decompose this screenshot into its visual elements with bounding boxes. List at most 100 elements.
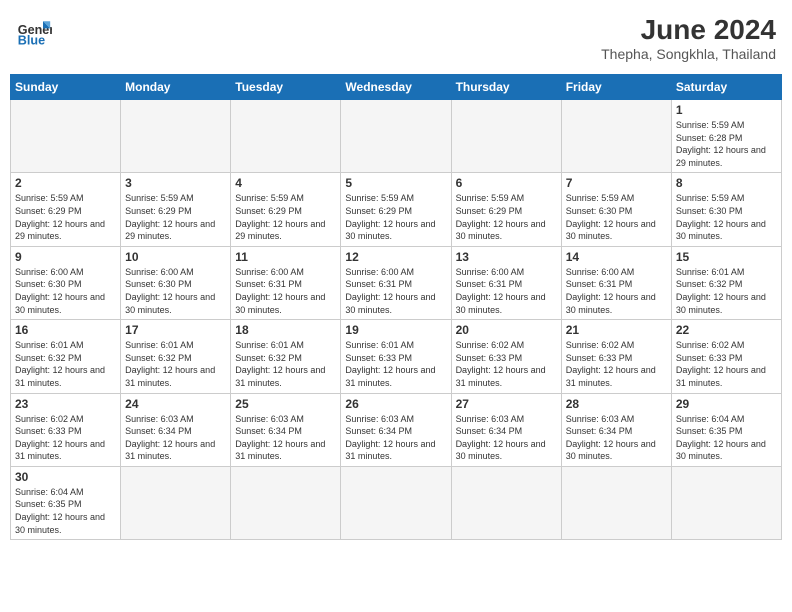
day-info: Sunrise: 6:00 AM Sunset: 6:30 PM Dayligh… xyxy=(15,266,116,316)
calendar-day: 4 Sunrise: 5:59 AM Sunset: 6:29 PM Daylig… xyxy=(231,173,341,246)
calendar-table: SundayMondayTuesdayWednesdayThursdayFrid… xyxy=(10,74,782,540)
day-number: 24 xyxy=(125,397,226,411)
day-number: 6 xyxy=(456,176,557,190)
day-number: 28 xyxy=(566,397,667,411)
calendar-day xyxy=(231,100,341,173)
calendar-week-row: 9 Sunrise: 6:00 AM Sunset: 6:30 PM Daylig… xyxy=(11,246,782,319)
day-info: Sunrise: 6:03 AM Sunset: 6:34 PM Dayligh… xyxy=(456,413,557,463)
day-info: Sunrise: 5:59 AM Sunset: 6:29 PM Dayligh… xyxy=(345,192,446,242)
day-info: Sunrise: 6:03 AM Sunset: 6:34 PM Dayligh… xyxy=(125,413,226,463)
svg-text:Blue: Blue xyxy=(18,34,45,48)
day-info: Sunrise: 6:04 AM Sunset: 6:35 PM Dayligh… xyxy=(676,413,777,463)
day-info: Sunrise: 6:00 AM Sunset: 6:30 PM Dayligh… xyxy=(125,266,226,316)
weekday-header-tuesday: Tuesday xyxy=(231,75,341,100)
day-info: Sunrise: 6:01 AM Sunset: 6:32 PM Dayligh… xyxy=(676,266,777,316)
day-number: 17 xyxy=(125,323,226,337)
logo: General Blue xyxy=(16,14,52,50)
day-info: Sunrise: 6:03 AM Sunset: 6:34 PM Dayligh… xyxy=(566,413,667,463)
calendar-day xyxy=(671,466,781,539)
day-info: Sunrise: 6:02 AM Sunset: 6:33 PM Dayligh… xyxy=(15,413,116,463)
calendar-day xyxy=(121,100,231,173)
calendar-day: 2 Sunrise: 5:59 AM Sunset: 6:29 PM Daylig… xyxy=(11,173,121,246)
day-info: Sunrise: 6:01 AM Sunset: 6:32 PM Dayligh… xyxy=(125,339,226,389)
day-number: 20 xyxy=(456,323,557,337)
weekday-header-wednesday: Wednesday xyxy=(341,75,451,100)
day-number: 15 xyxy=(676,250,777,264)
location: Thepha, Songkhla, Thailand xyxy=(601,46,776,62)
day-number: 11 xyxy=(235,250,336,264)
day-info: Sunrise: 6:01 AM Sunset: 6:32 PM Dayligh… xyxy=(235,339,336,389)
day-info: Sunrise: 6:02 AM Sunset: 6:33 PM Dayligh… xyxy=(566,339,667,389)
calendar-day: 28 Sunrise: 6:03 AM Sunset: 6:34 PM Dayli… xyxy=(561,393,671,466)
calendar-day xyxy=(561,466,671,539)
calendar-day: 7 Sunrise: 5:59 AM Sunset: 6:30 PM Daylig… xyxy=(561,173,671,246)
calendar-day: 6 Sunrise: 5:59 AM Sunset: 6:29 PM Daylig… xyxy=(451,173,561,246)
day-info: Sunrise: 5:59 AM Sunset: 6:30 PM Dayligh… xyxy=(676,192,777,242)
day-number: 19 xyxy=(345,323,446,337)
day-info: Sunrise: 6:03 AM Sunset: 6:34 PM Dayligh… xyxy=(345,413,446,463)
weekday-header-monday: Monday xyxy=(121,75,231,100)
calendar-day: 30Sunrise: 6:04 AM Sunset: 6:35 PM Dayli… xyxy=(11,466,121,539)
day-number: 4 xyxy=(235,176,336,190)
day-info: Sunrise: 5:59 AM Sunset: 6:30 PM Dayligh… xyxy=(566,192,667,242)
day-number: 1 xyxy=(676,103,777,117)
day-info: Sunrise: 6:04 AM Sunset: 6:35 PM Dayligh… xyxy=(15,486,116,536)
day-info: Sunrise: 6:00 AM Sunset: 6:31 PM Dayligh… xyxy=(566,266,667,316)
day-number: 3 xyxy=(125,176,226,190)
day-number: 8 xyxy=(676,176,777,190)
weekday-header-sunday: Sunday xyxy=(11,75,121,100)
calendar-day: 25Sunrise: 6:03 AM Sunset: 6:34 PM Dayli… xyxy=(231,393,341,466)
day-number: 13 xyxy=(456,250,557,264)
day-info: Sunrise: 6:00 AM Sunset: 6:31 PM Dayligh… xyxy=(235,266,336,316)
calendar-day: 19Sunrise: 6:01 AM Sunset: 6:33 PM Dayli… xyxy=(341,320,451,393)
day-number: 22 xyxy=(676,323,777,337)
weekday-header-row: SundayMondayTuesdayWednesdayThursdayFrid… xyxy=(11,75,782,100)
calendar-day: 18Sunrise: 6:01 AM Sunset: 6:32 PM Dayli… xyxy=(231,320,341,393)
day-info: Sunrise: 5:59 AM Sunset: 6:29 PM Dayligh… xyxy=(456,192,557,242)
day-number: 9 xyxy=(15,250,116,264)
day-number: 23 xyxy=(15,397,116,411)
calendar-week-row: 1 Sunrise: 5:59 AM Sunset: 6:28 PM Daylig… xyxy=(11,100,782,173)
calendar-day: 24 Sunrise: 6:03 AM Sunset: 6:34 PM Dayli… xyxy=(121,393,231,466)
calendar-day: 16 Sunrise: 6:01 AM Sunset: 6:32 PM Dayli… xyxy=(11,320,121,393)
day-info: Sunrise: 6:02 AM Sunset: 6:33 PM Dayligh… xyxy=(456,339,557,389)
day-info: Sunrise: 5:59 AM Sunset: 6:29 PM Dayligh… xyxy=(125,192,226,242)
weekday-header-friday: Friday xyxy=(561,75,671,100)
day-info: Sunrise: 5:59 AM Sunset: 6:29 PM Dayligh… xyxy=(235,192,336,242)
calendar-week-row: 2 Sunrise: 5:59 AM Sunset: 6:29 PM Daylig… xyxy=(11,173,782,246)
calendar-day xyxy=(341,100,451,173)
logo-icon: General Blue xyxy=(16,14,52,50)
calendar-day: 20 Sunrise: 6:02 AM Sunset: 6:33 PM Dayli… xyxy=(451,320,561,393)
calendar-day: 13Sunrise: 6:00 AM Sunset: 6:31 PM Dayli… xyxy=(451,246,561,319)
day-info: Sunrise: 6:03 AM Sunset: 6:34 PM Dayligh… xyxy=(235,413,336,463)
day-info: Sunrise: 6:02 AM Sunset: 6:33 PM Dayligh… xyxy=(676,339,777,389)
day-number: 27 xyxy=(456,397,557,411)
day-number: 7 xyxy=(566,176,667,190)
calendar-day: 27 Sunrise: 6:03 AM Sunset: 6:34 PM Dayli… xyxy=(451,393,561,466)
calendar-day xyxy=(11,100,121,173)
calendar-day: 23 Sunrise: 6:02 AM Sunset: 6:33 PM Dayli… xyxy=(11,393,121,466)
title-block: June 2024 Thepha, Songkhla, Thailand xyxy=(601,14,776,62)
calendar-day: 5Sunrise: 5:59 AM Sunset: 6:29 PM Daylig… xyxy=(341,173,451,246)
calendar-day: 14Sunrise: 6:00 AM Sunset: 6:31 PM Dayli… xyxy=(561,246,671,319)
calendar-day xyxy=(451,100,561,173)
day-number: 16 xyxy=(15,323,116,337)
day-number: 10 xyxy=(125,250,226,264)
calendar-day: 29Sunrise: 6:04 AM Sunset: 6:35 PM Dayli… xyxy=(671,393,781,466)
calendar-day: 8 Sunrise: 5:59 AM Sunset: 6:30 PM Daylig… xyxy=(671,173,781,246)
day-info: Sunrise: 5:59 AM Sunset: 6:28 PM Dayligh… xyxy=(676,119,777,169)
calendar-day: 11 Sunrise: 6:00 AM Sunset: 6:31 PM Dayli… xyxy=(231,246,341,319)
day-info: Sunrise: 6:01 AM Sunset: 6:32 PM Dayligh… xyxy=(15,339,116,389)
calendar-day xyxy=(121,466,231,539)
day-info: Sunrise: 5:59 AM Sunset: 6:29 PM Dayligh… xyxy=(15,192,116,242)
calendar-week-row: 23 Sunrise: 6:02 AM Sunset: 6:33 PM Dayli… xyxy=(11,393,782,466)
calendar-day: 17 Sunrise: 6:01 AM Sunset: 6:32 PM Dayli… xyxy=(121,320,231,393)
calendar-day: 3 Sunrise: 5:59 AM Sunset: 6:29 PM Daylig… xyxy=(121,173,231,246)
weekday-header-thursday: Thursday xyxy=(451,75,561,100)
calendar-day: 26Sunrise: 6:03 AM Sunset: 6:34 PM Dayli… xyxy=(341,393,451,466)
calendar-week-row: 30Sunrise: 6:04 AM Sunset: 6:35 PM Dayli… xyxy=(11,466,782,539)
calendar-day: 12Sunrise: 6:00 AM Sunset: 6:31 PM Dayli… xyxy=(341,246,451,319)
calendar-day: 1 Sunrise: 5:59 AM Sunset: 6:28 PM Daylig… xyxy=(671,100,781,173)
calendar-day xyxy=(341,466,451,539)
day-number: 2 xyxy=(15,176,116,190)
